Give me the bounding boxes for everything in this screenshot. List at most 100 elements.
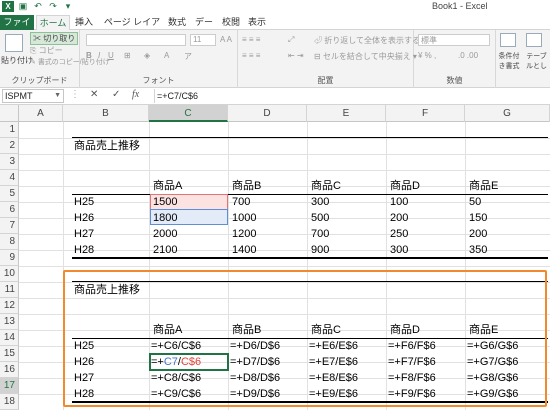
gridline (19, 314, 550, 315)
ribbon: 貼り付け ✂ 切り取り ⎘ コピー ✎ 書式のコピー/貼り付け クリップボード … (0, 30, 550, 88)
paste-button[interactable]: 貼り付け (1, 55, 33, 66)
worksheet[interactable]: A B C D E F G 1 2 3 4 5 6 7 8 9 10 11 12… (0, 105, 550, 410)
tab-home[interactable]: ホーム (36, 15, 70, 30)
gridline (19, 202, 550, 203)
column-headers: A B C D E F G (0, 105, 550, 122)
fill-color-icon[interactable]: ◈ (144, 51, 150, 60)
gridline (19, 394, 550, 395)
select-all-corner[interactable] (0, 105, 19, 122)
row-header-13[interactable]: 13 (0, 314, 19, 330)
row-header-15[interactable]: 15 (0, 346, 19, 362)
font-color-icon[interactable]: A (164, 51, 169, 60)
col-header-a[interactable]: A (19, 105, 63, 122)
merge-center-label: セルを結合して中央揃え (322, 52, 411, 61)
alignment-group-label: 配置 (317, 76, 334, 85)
row-header-4[interactable]: 4 (0, 170, 19, 186)
merge-center-button[interactable]: ⊟ セルを結合して中央揃え ▾ (314, 51, 417, 62)
gridline (19, 138, 550, 139)
row-header-5[interactable]: 5 (0, 186, 19, 202)
row-header-11[interactable]: 11 (0, 282, 19, 298)
currency-icon[interactable]: ¥ % , (418, 51, 436, 60)
font-size-select[interactable]: 11 (190, 34, 216, 46)
window-title: Book1 - Excel (432, 1, 488, 11)
gridline (19, 218, 550, 219)
gridline (19, 234, 550, 235)
gridline (19, 186, 550, 187)
tab-formulas[interactable]: 数式 (166, 15, 188, 30)
wrap-text-button[interactable]: ⏎ 折り返して全体を表示する (314, 35, 420, 46)
row-header-17[interactable]: 17 (0, 378, 19, 394)
row-header-16[interactable]: 16 (0, 362, 19, 378)
row-header-6[interactable]: 6 (0, 202, 19, 218)
table-format-icon[interactable] (526, 33, 542, 47)
gridline (19, 298, 550, 299)
row-header-8[interactable]: 8 (0, 234, 19, 250)
col-header-g[interactable]: G (465, 105, 550, 122)
col-header-b[interactable]: B (63, 105, 149, 122)
col-header-e[interactable]: E (307, 105, 386, 122)
enter-icon[interactable]: ✓ (112, 89, 120, 100)
save-icon[interactable]: ▣ (17, 1, 29, 12)
col-header-d[interactable]: D (228, 105, 307, 122)
undo-icon[interactable]: ↶ (32, 1, 44, 12)
name-box[interactable]: ISPMT ▼ (2, 89, 64, 103)
formula-bar: ISPMT ▼ ⋮ ✕ ✓ fx =+C7/C$6 (0, 88, 550, 105)
tab-insert[interactable]: 挿入 (72, 15, 96, 30)
cancel-icon[interactable]: ✕ (90, 89, 98, 100)
italic-icon[interactable]: I (98, 51, 100, 60)
phonetic-icon[interactable]: ア (184, 51, 192, 62)
insert-function-icon[interactable]: fx (132, 89, 139, 100)
font-group-label: フォント (142, 76, 175, 85)
table-format-button[interactable]: テーブルとして書式設定 (523, 51, 550, 69)
tab-page-layout[interactable]: ページ レイアウト (100, 15, 164, 42)
tab-review[interactable]: 校閲 (220, 15, 242, 30)
row-header-10[interactable]: 10 (0, 266, 19, 282)
number-group-label: 数値 (446, 76, 463, 85)
tab-data[interactable]: データ (191, 15, 217, 42)
col-header-c[interactable]: C (149, 105, 228, 122)
gridline (19, 330, 550, 331)
row-header-14[interactable]: 14 (0, 330, 19, 346)
font-name-select[interactable] (86, 34, 186, 46)
col-header-f[interactable]: F (386, 105, 465, 122)
bold-icon[interactable]: B (86, 51, 92, 60)
border-icon[interactable]: ⊞ (124, 51, 131, 60)
indent-icon[interactable]: ⇤ ⇥ (288, 51, 304, 60)
align-left-icon[interactable]: ≡ ≡ ≡ (242, 51, 260, 60)
conditional-format-icon[interactable] (500, 33, 516, 47)
copy-button[interactable]: ⎘ コピー (30, 45, 63, 56)
customize-dropdown-icon[interactable]: ▾ (62, 1, 74, 12)
row-header-18[interactable]: 18 (0, 394, 19, 410)
underline-icon[interactable]: U (108, 51, 114, 60)
orientation-icon[interactable]: ⤢ (288, 35, 294, 45)
conditional-format-button[interactable]: 条件付き書式 (496, 51, 522, 69)
wrap-text-label: 折り返して全体を表示する (324, 36, 420, 45)
excel-logo-icon: X (2, 1, 14, 12)
cut-label: 切り取り (43, 34, 76, 43)
decimal-icon[interactable]: .0 .00 (458, 51, 478, 60)
font-grow-icon[interactable]: A A (220, 35, 232, 44)
row-header-12[interactable]: 12 (0, 298, 19, 314)
align-top-icon[interactable]: ≡ ≡ ≡ (242, 35, 260, 44)
row-header-7[interactable]: 7 (0, 218, 19, 234)
tab-file[interactable]: ファイル (0, 15, 34, 42)
paste-icon[interactable] (5, 34, 23, 52)
gridline (19, 362, 550, 363)
more-icon: ⋮ (70, 89, 80, 100)
clipboard-group: 貼り付け ✂ 切り取り ⎘ コピー ✎ 書式のコピー/貼り付け クリップボード (0, 30, 110, 88)
number-format-select[interactable]: 標準 (418, 34, 490, 46)
tab-view[interactable]: 表示 (246, 15, 268, 30)
gridline (19, 170, 550, 171)
cut-button[interactable]: ✂ 切り取り (30, 32, 79, 45)
gridline (19, 154, 550, 155)
row-header-2[interactable]: 2 (0, 138, 19, 154)
name-box-dropdown-icon[interactable]: ▼ (54, 90, 61, 102)
clipboard-group-label: クリップボード (11, 76, 68, 85)
formula-input[interactable]: =+C7/C$6 (154, 89, 548, 103)
ribbon-tabs: ファイル ホーム 挿入 ページ レイアウト 数式 データ 校閲 表示 (0, 14, 550, 42)
row-header-3[interactable]: 3 (0, 154, 19, 170)
row-header-9[interactable]: 9 (0, 250, 19, 266)
gridline (19, 346, 550, 347)
redo-icon[interactable]: ↷ (47, 1, 59, 12)
row-header-1[interactable]: 1 (0, 122, 19, 138)
